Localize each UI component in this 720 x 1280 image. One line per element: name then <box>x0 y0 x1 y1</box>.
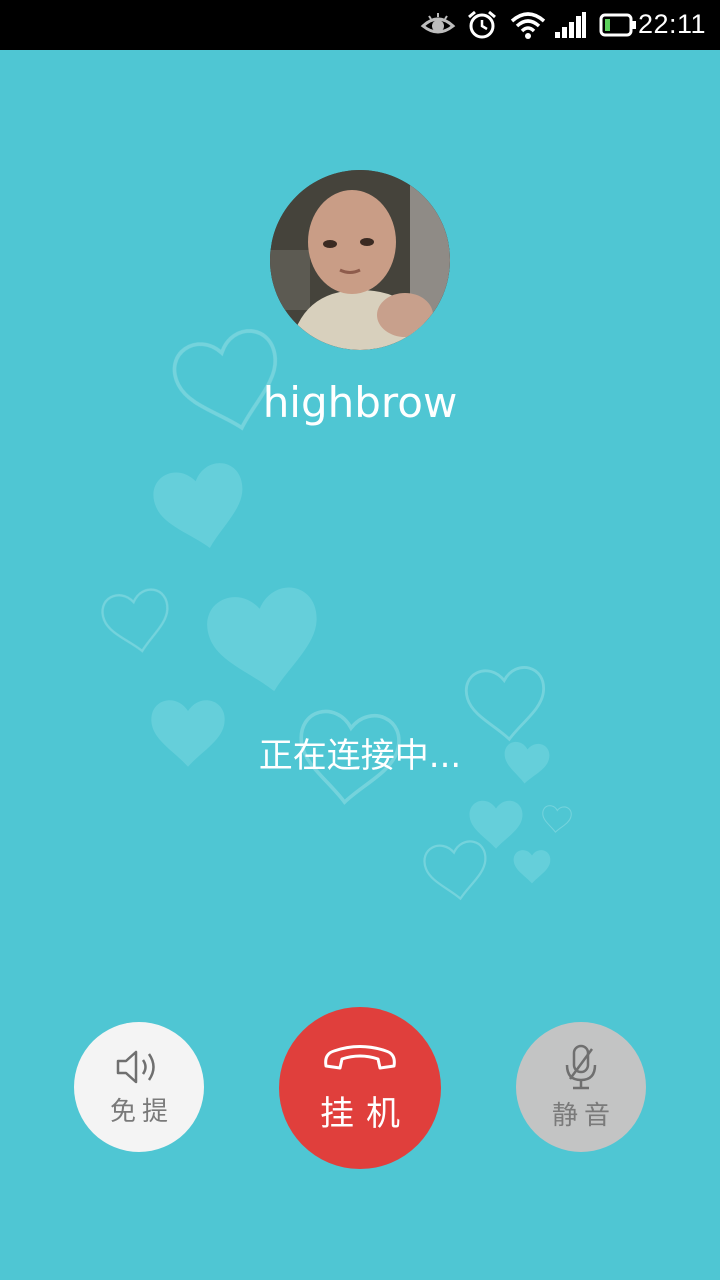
mute-button[interactable]: 静音 <box>516 1022 646 1152</box>
eye-icon <box>420 13 456 34</box>
wifi-icon <box>510 12 546 39</box>
speaker-button[interactable]: 免提 <box>74 1022 204 1152</box>
hangup-button[interactable]: 挂机 <box>279 1007 441 1169</box>
hangup-phone-icon <box>324 1044 396 1069</box>
signal-icon <box>555 12 586 38</box>
call-screen: 22:11 highbrow 正在连接中... 免提 挂机 静音 <box>0 0 720 1280</box>
battery-icon <box>599 13 636 37</box>
contact-avatar <box>270 170 450 350</box>
mute-label: 静音 <box>551 1100 616 1131</box>
call-status-text: 正在连接中... <box>258 736 462 776</box>
speaker-icon <box>116 1050 155 1083</box>
microphone-mute-icon <box>565 1044 597 1089</box>
status-time: 22:11 <box>637 9 706 39</box>
speaker-label: 免提 <box>109 1096 174 1127</box>
contact-name: highbrow <box>262 378 458 427</box>
hangup-label: 挂机 <box>320 1093 412 1134</box>
contact-avatar-photo <box>270 170 450 350</box>
status-bar: 22:11 <box>0 0 720 50</box>
alarm-icon <box>468 10 496 39</box>
